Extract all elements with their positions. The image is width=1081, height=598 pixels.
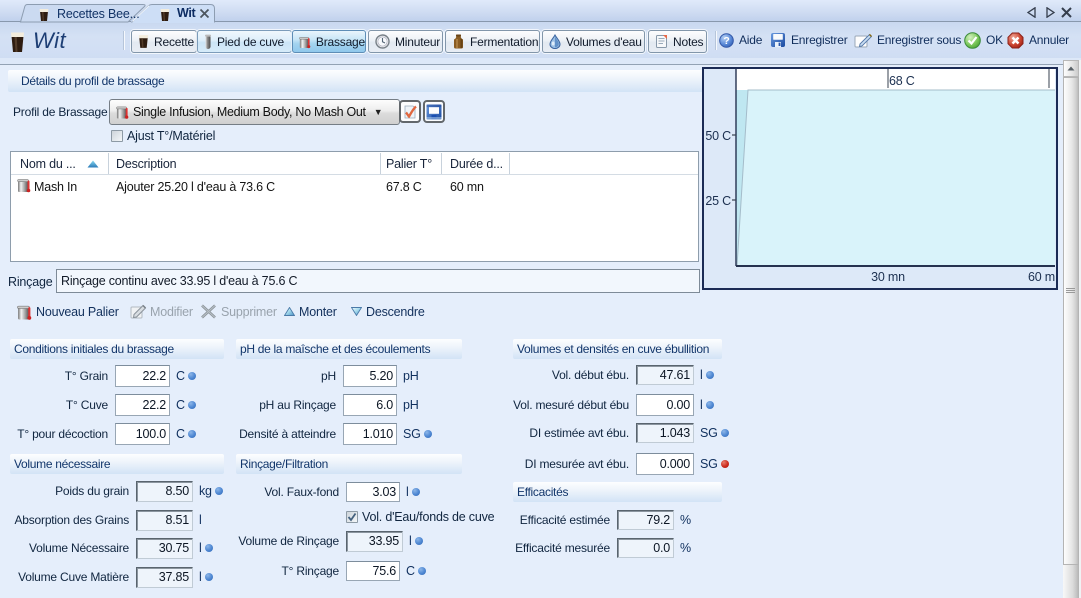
- svg-text:30 mn: 30 mn: [871, 270, 905, 284]
- svg-text:?: ?: [723, 35, 729, 47]
- svg-text:25 C: 25 C: [705, 194, 731, 208]
- svg-text:60 m: 60 m: [1028, 270, 1055, 284]
- svg-text:68 C: 68 C: [889, 74, 915, 88]
- svg-text:50 C: 50 C: [705, 129, 731, 143]
